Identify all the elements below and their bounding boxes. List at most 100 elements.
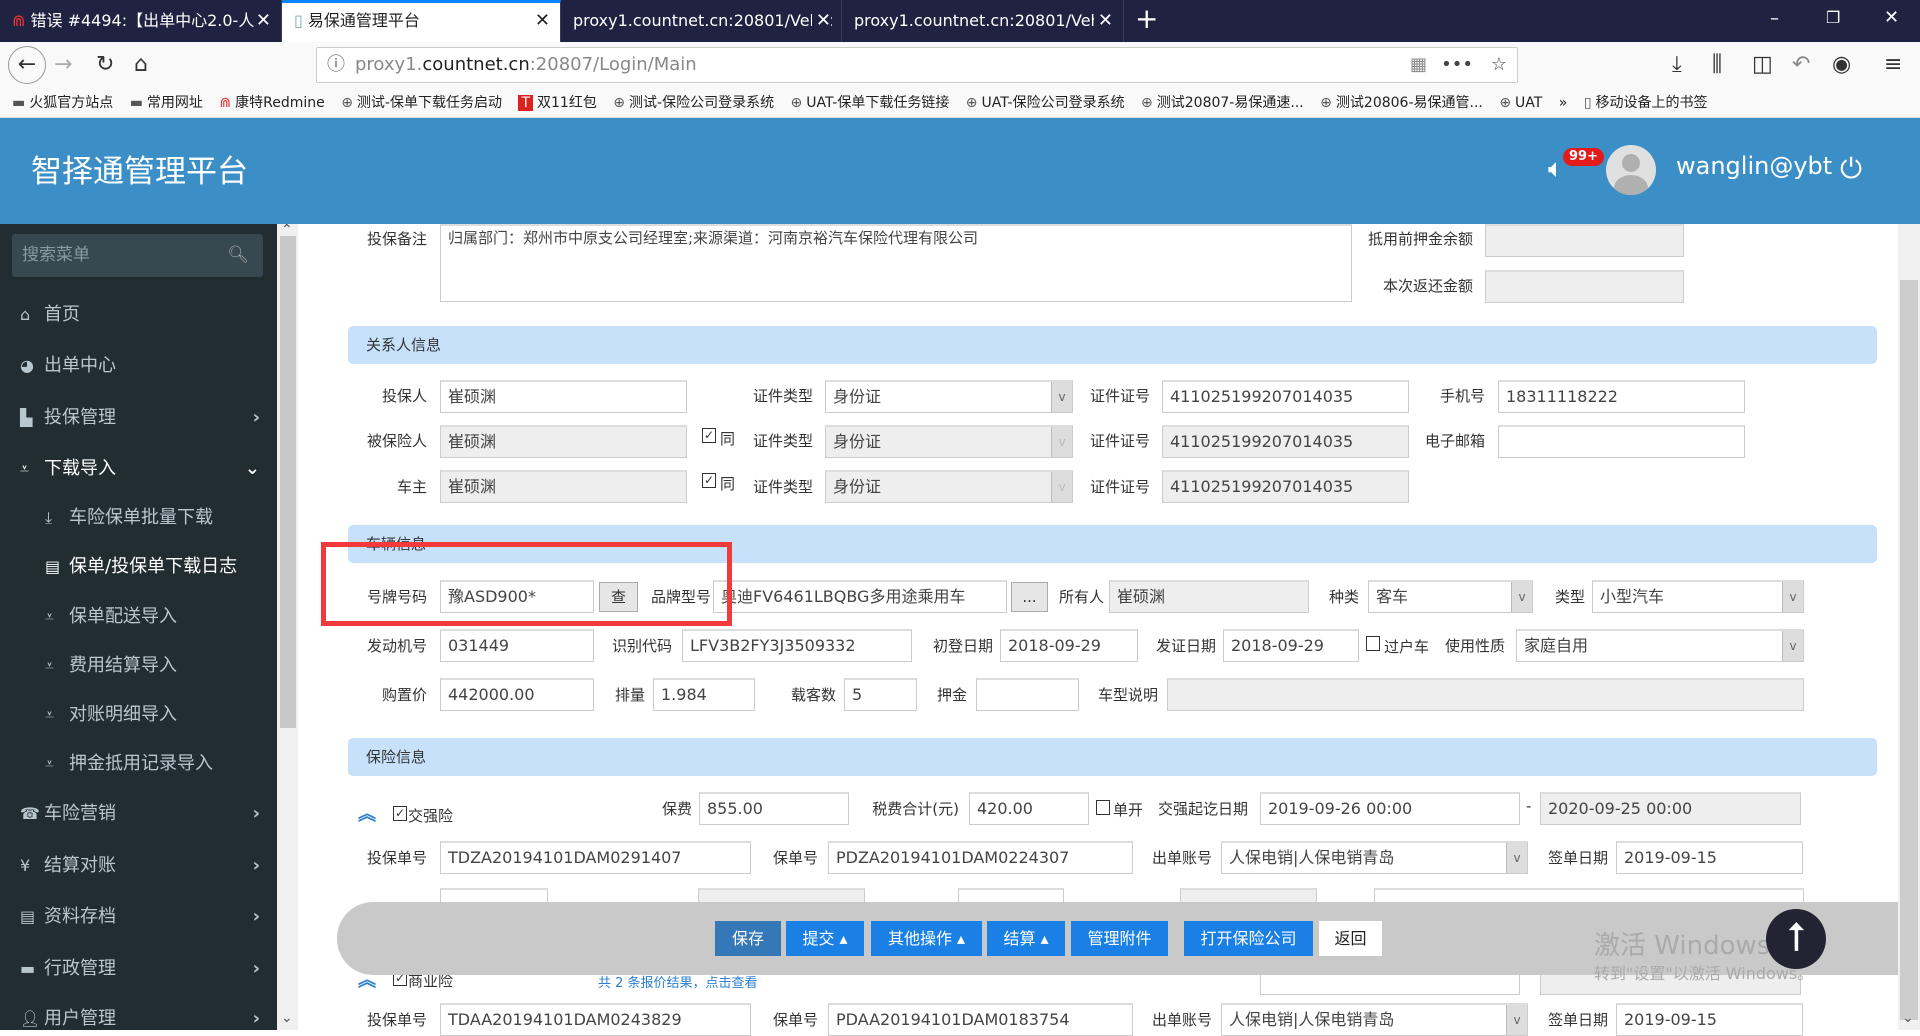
close-tab-icon[interactable]: ✕ bbox=[1093, 0, 1113, 42]
phone-input[interactable]: 18311118222 bbox=[1498, 380, 1745, 413]
browser-tab[interactable]: ⋒ 错误 #4494:【出单中心2.0-人 ✕ bbox=[0, 0, 282, 42]
bookmark[interactable]: ⊕ UAT-保单下载任务链接 bbox=[791, 88, 950, 117]
more-bookmarks-icon[interactable]: » bbox=[1559, 88, 1568, 117]
sidebar-item-proposal[interactable]: ▙ 投保管理 › bbox=[20, 403, 260, 433]
sidebar-item-home[interactable]: ⌂ 首页 bbox=[20, 300, 260, 330]
commercial-sign-date-input[interactable]: 2019-09-15 bbox=[1616, 1003, 1803, 1036]
owner-id-type-select[interactable]: 身份证 bbox=[825, 470, 1073, 503]
open-insurer-button[interactable]: 打开保险公司 bbox=[1184, 921, 1313, 956]
sidebar-item-marketing[interactable]: ☎ 车险营销 › bbox=[20, 799, 260, 829]
back-icon[interactable]: ← bbox=[8, 46, 46, 84]
compulsory-proposal-input[interactable]: TDZA20194101DAM0291407 bbox=[440, 841, 751, 874]
more-icon[interactable]: ••• bbox=[1441, 48, 1473, 82]
bookmark[interactable]: ⊕ 测试20806-易保通管... bbox=[1320, 88, 1483, 117]
bookmark[interactable]: ⊕ UAT-保险公司登录系统 bbox=[966, 88, 1125, 117]
close-window-icon[interactable]: ✕ bbox=[1884, 7, 1899, 28]
close-tab-icon[interactable]: ✕ bbox=[535, 3, 550, 39]
commercial-proposal-input[interactable]: TDAA20194101DAM0243829 bbox=[440, 1003, 751, 1036]
bookmark-star-icon[interactable]: ☆ bbox=[1491, 48, 1507, 82]
back-button[interactable]: 返回 bbox=[1319, 921, 1382, 956]
user-name[interactable]: wanglin@ybt bbox=[1676, 152, 1832, 180]
sidebar-scroll-thumb[interactable] bbox=[280, 236, 296, 728]
vin-input[interactable]: LFV3B2FY3J3509332 bbox=[682, 629, 912, 662]
bookmark[interactable]: ▬ 常用网址 bbox=[130, 88, 203, 117]
main-scroll-thumb[interactable] bbox=[1900, 280, 1918, 1020]
tax-input[interactable]: 420.00 bbox=[969, 792, 1089, 825]
applicant-id-type-select[interactable]: 身份证 bbox=[825, 380, 1073, 413]
undo-icon[interactable]: ↶ bbox=[1792, 50, 1810, 80]
close-tab-icon[interactable]: ✕ bbox=[811, 0, 831, 42]
bookmark[interactable]: ⋒ 康特Redmine bbox=[219, 88, 324, 117]
bookmark[interactable]: ⊕ UAT bbox=[1499, 88, 1542, 117]
premium-input[interactable]: 855.00 bbox=[699, 792, 849, 825]
usage-select[interactable]: 家庭自用 bbox=[1516, 629, 1804, 662]
search-icon[interactable]: 🔍︎ bbox=[227, 234, 249, 277]
browser-tab[interactable]: proxy1.countnet.cn:20801/Vehic ✕ bbox=[561, 0, 842, 42]
restore-icon[interactable]: ❐ bbox=[1826, 8, 1840, 27]
bookmark[interactable]: ▯ 移动设备上的书签 bbox=[1584, 88, 1708, 117]
close-tab-icon[interactable]: ✕ bbox=[256, 0, 271, 42]
download-icon[interactable]: ⤓ bbox=[1672, 50, 1682, 80]
minimize-icon[interactable]: – bbox=[1770, 8, 1779, 29]
model-input[interactable]: 奥迪FV6461LBQBG多用途乘用车 bbox=[713, 580, 1007, 613]
new-tab-icon[interactable]: + bbox=[1135, 2, 1158, 35]
bookmark[interactable]: ▬ 火狐官方站点 bbox=[12, 88, 113, 117]
qr-code-icon[interactable]: ▦ bbox=[1410, 48, 1427, 82]
sidebar-item-settlement[interactable]: ¥ 结算对账 › bbox=[20, 851, 260, 881]
save-button[interactable]: 保存 bbox=[715, 921, 781, 956]
compulsory-checkbox[interactable]: ✓ bbox=[393, 806, 407, 821]
bookmark[interactable]: T 双11红包 bbox=[518, 88, 597, 117]
back-to-top-icon[interactable]: ⭡ bbox=[1766, 909, 1826, 969]
sidebar-item-archive[interactable]: ▤ 资料存档 › bbox=[20, 902, 260, 932]
commercial-account-select[interactable]: 人保电销|人保电销青岛 bbox=[1221, 1003, 1528, 1036]
scroll-down-icon[interactable]: ⌄ bbox=[281, 1010, 293, 1026]
library-icon[interactable]: ⫼ bbox=[1712, 50, 1722, 80]
submit-button[interactable]: 提交 ▴ bbox=[786, 921, 864, 956]
single-checkbox[interactable] bbox=[1096, 800, 1110, 815]
compulsory-account-select[interactable]: 人保电销|人保电销青岛 bbox=[1221, 841, 1528, 874]
other-actions-button[interactable]: 其他操作 ▴ bbox=[871, 921, 982, 956]
sidebar-subitem[interactable]: ⩡ 费用结算导入 bbox=[45, 651, 285, 681]
sidebar-item-issuing[interactable]: ◕ 出单中心 bbox=[20, 351, 260, 381]
insured-name-input[interactable]: 崔硕渊 bbox=[440, 425, 687, 458]
bookmark[interactable]: ⊕ 测试-保单下载任务启动 bbox=[341, 88, 502, 117]
reload-icon[interactable]: ↻ bbox=[96, 50, 114, 80]
owner-id-no-input[interactable]: 411025199207014035 bbox=[1162, 470, 1409, 503]
avatar[interactable] bbox=[1606, 145, 1656, 195]
type-select[interactable]: 小型汽车 bbox=[1592, 580, 1804, 613]
owner-name-input[interactable]: 崔硕渊 bbox=[440, 470, 687, 503]
manage-attachments-button[interactable]: 管理附件 bbox=[1071, 921, 1168, 956]
sidebar-subitem-active[interactable]: ▤ 保单/投保单下载日志 bbox=[45, 552, 285, 582]
issue-date-input[interactable]: 2018-09-29 bbox=[1223, 629, 1359, 662]
sidebar-subitem[interactable]: ⩡ 保单配送导入 bbox=[45, 602, 285, 632]
scroll-up-icon[interactable]: ⌃ bbox=[281, 222, 293, 238]
account-icon[interactable]: ◉ bbox=[1832, 50, 1851, 80]
transfer-checkbox[interactable] bbox=[1366, 636, 1380, 651]
commercial-policy-input[interactable]: PDAA20194101DAM0183754 bbox=[828, 1003, 1133, 1036]
sidebar-toggle-icon[interactable]: ◫ bbox=[1752, 50, 1773, 80]
sidebar-subitem[interactable]: ⩡ 押金抵用记录导入 bbox=[45, 749, 285, 779]
insured-id-no-input[interactable]: 411025199207014035 bbox=[1162, 425, 1409, 458]
power-icon[interactable]: ⏻ bbox=[1840, 152, 1862, 186]
email-input[interactable] bbox=[1498, 425, 1745, 458]
model-desc-input[interactable] bbox=[1167, 678, 1804, 711]
compulsory-policy-input[interactable]: PDZA20194101DAM0224307 bbox=[828, 841, 1133, 874]
insured-id-type-select[interactable]: 身份证 bbox=[825, 425, 1073, 458]
applicant-id-no-input[interactable]: 411025199207014035 bbox=[1162, 380, 1409, 413]
compulsory-start-input[interactable]: 2019-09-26 00:00 bbox=[1260, 792, 1520, 825]
settle-button[interactable]: 结算 ▴ bbox=[987, 921, 1065, 956]
menu-search-input[interactable]: 搜索菜单 🔍︎ bbox=[12, 234, 263, 277]
bookmark[interactable]: ⊕ 测试-保险公司登录系统 bbox=[613, 88, 774, 117]
sidebar-item-import[interactable]: ⩡ 下载导入 ⌄ bbox=[20, 454, 260, 484]
collapse-icon[interactable]: ︽ bbox=[358, 800, 376, 826]
sidebar-item-admin[interactable]: ▬ 行政管理 › bbox=[20, 954, 260, 984]
applicant-name-input[interactable]: 崔硕渊 bbox=[440, 380, 687, 413]
url-bar[interactable]: ⓘ proxy1.countnet.cn:20807/Login/Main ▦ ••… bbox=[316, 47, 1518, 83]
browser-tab[interactable]: proxy1.countnet.cn:20801/Vehic ✕ bbox=[842, 0, 1124, 42]
forward-icon[interactable]: → bbox=[54, 50, 72, 80]
compulsory-sign-date-input[interactable]: 2019-09-15 bbox=[1616, 841, 1803, 874]
sidebar-subitem[interactable]: ⤓ 车险保单批量下载 bbox=[45, 503, 285, 533]
sidebar-subitem[interactable]: ⩡ 对账明细导入 bbox=[45, 700, 285, 730]
browser-tab-active[interactable]: ▯ 易保通管理平台 ✕ bbox=[282, 0, 561, 42]
menu-icon[interactable]: ≡ bbox=[1884, 50, 1902, 80]
